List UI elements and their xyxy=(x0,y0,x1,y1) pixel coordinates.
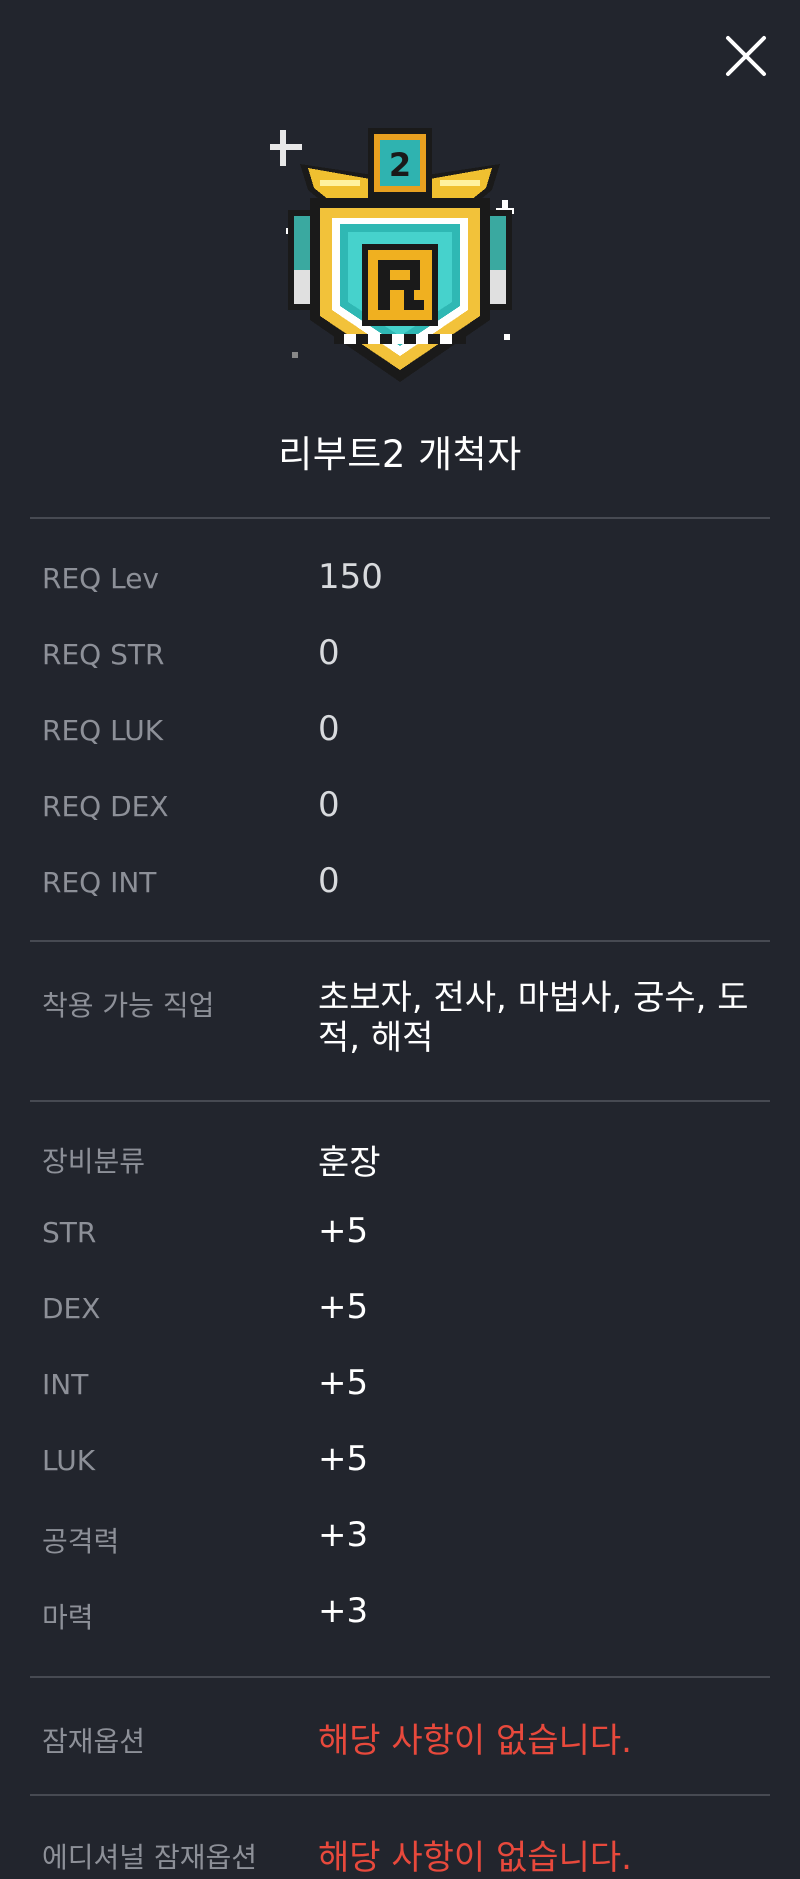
divider xyxy=(30,1676,770,1678)
potential-value: 해당 사항이 없습니다. xyxy=(318,1721,632,1761)
req-luk-label: REQ LUK xyxy=(42,714,164,747)
equip-category-value: 훈장 xyxy=(318,1143,381,1183)
req-luk-value: 0 xyxy=(318,709,340,749)
stat-dex-label: DEX xyxy=(42,1292,101,1325)
equip-category-label: 장비분류 xyxy=(42,1145,146,1178)
req-dex-label: REQ DEX xyxy=(42,790,169,823)
svg-text:2: 2 xyxy=(389,146,411,184)
req-int-value: 0 xyxy=(318,861,340,901)
divider xyxy=(30,1100,770,1102)
close-icon xyxy=(726,36,766,76)
req-level-value: 150 xyxy=(318,557,383,597)
jobs-label: 착용 가능 직업 xyxy=(42,989,215,1022)
req-dex-value: 0 xyxy=(318,785,340,825)
req-level-label: REQ Lev xyxy=(42,562,159,595)
additional-potential-label: 에디셔널 잠재옵션 xyxy=(42,1841,257,1874)
reboot2-pioneer-medal-icon: 2 xyxy=(270,120,530,390)
req-str-label: REQ STR xyxy=(42,638,165,671)
additional-potential-value: 해당 사항이 없습니다. xyxy=(318,1838,632,1878)
divider xyxy=(30,940,770,942)
stat-attack-label: 공격력 xyxy=(42,1525,120,1558)
divider xyxy=(30,517,770,519)
close-button[interactable] xyxy=(722,32,770,80)
stat-int-value: +5 xyxy=(318,1363,369,1403)
req-int-label: REQ INT xyxy=(42,866,157,899)
stat-magic-value: +3 xyxy=(318,1591,369,1631)
stat-magic-label: 마력 xyxy=(42,1601,94,1634)
stat-str-value: +5 xyxy=(318,1211,369,1251)
stat-luk-value: +5 xyxy=(318,1439,369,1479)
item-name: 리부트2 개척자 xyxy=(278,433,522,476)
jobs-value: 초보자, 전사, 마법사, 궁수, 도적, 해적 xyxy=(318,978,749,1058)
req-str-value: 0 xyxy=(318,633,340,673)
stat-luk-label: LUK xyxy=(42,1444,96,1477)
stat-int-label: INT xyxy=(42,1368,89,1401)
divider xyxy=(30,1794,770,1796)
stat-dex-value: +5 xyxy=(318,1287,369,1327)
potential-label: 잠재옵션 xyxy=(42,1725,146,1758)
stat-str-label: STR xyxy=(42,1216,97,1249)
stat-attack-value: +3 xyxy=(318,1515,369,1555)
